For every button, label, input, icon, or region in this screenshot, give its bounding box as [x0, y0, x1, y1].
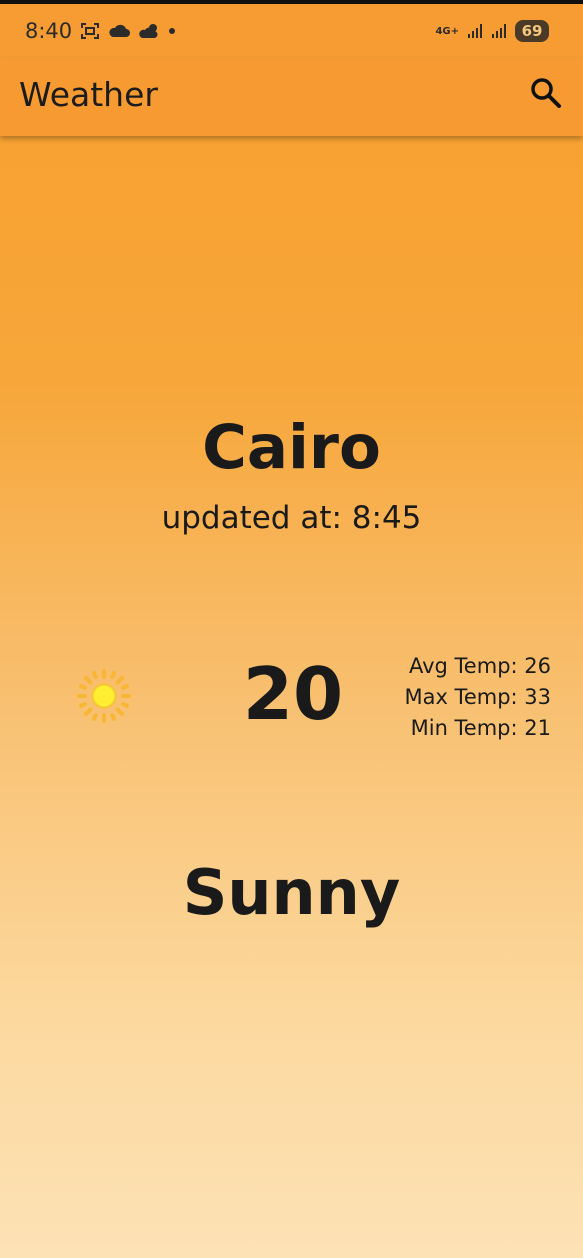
app-title: Weather [19, 75, 158, 114]
max-temp: Max Temp: 33 [404, 685, 551, 709]
status-icons-left [80, 22, 176, 40]
network-4g-icon: 4G+ [435, 25, 459, 37]
temperature-stats: Avg Temp: 26 Max Temp: 33 Min Temp: 21 [404, 651, 551, 744]
current-temperature: 20 [242, 652, 344, 736]
battery-icon: 69 [515, 20, 549, 42]
min-temp: Min Temp: 21 [410, 716, 551, 740]
updated-time: updated at: 8:45 [161, 500, 422, 536]
cloud-icon [109, 24, 130, 37]
search-button[interactable] [528, 75, 564, 111]
status-time: 8:40 [25, 19, 73, 43]
avg-temp: Avg Temp: 26 [408, 654, 551, 678]
cloud-sun-icon [139, 24, 158, 38]
screenshot-icon [81, 23, 99, 39]
city-name: Cairo [202, 412, 381, 483]
signal-icon [492, 24, 506, 38]
sun-icon [77, 669, 131, 723]
weather-condition: Sunny [182, 856, 401, 929]
dot-icon [169, 28, 175, 34]
status-icons-right: 4G+ 69 [435, 20, 549, 42]
signal-icon [468, 24, 482, 38]
app-bar: Weather [0, 58, 583, 136]
status-bar: 8:40 4G+ 69 [0, 4, 583, 58]
search-icon [531, 78, 561, 108]
